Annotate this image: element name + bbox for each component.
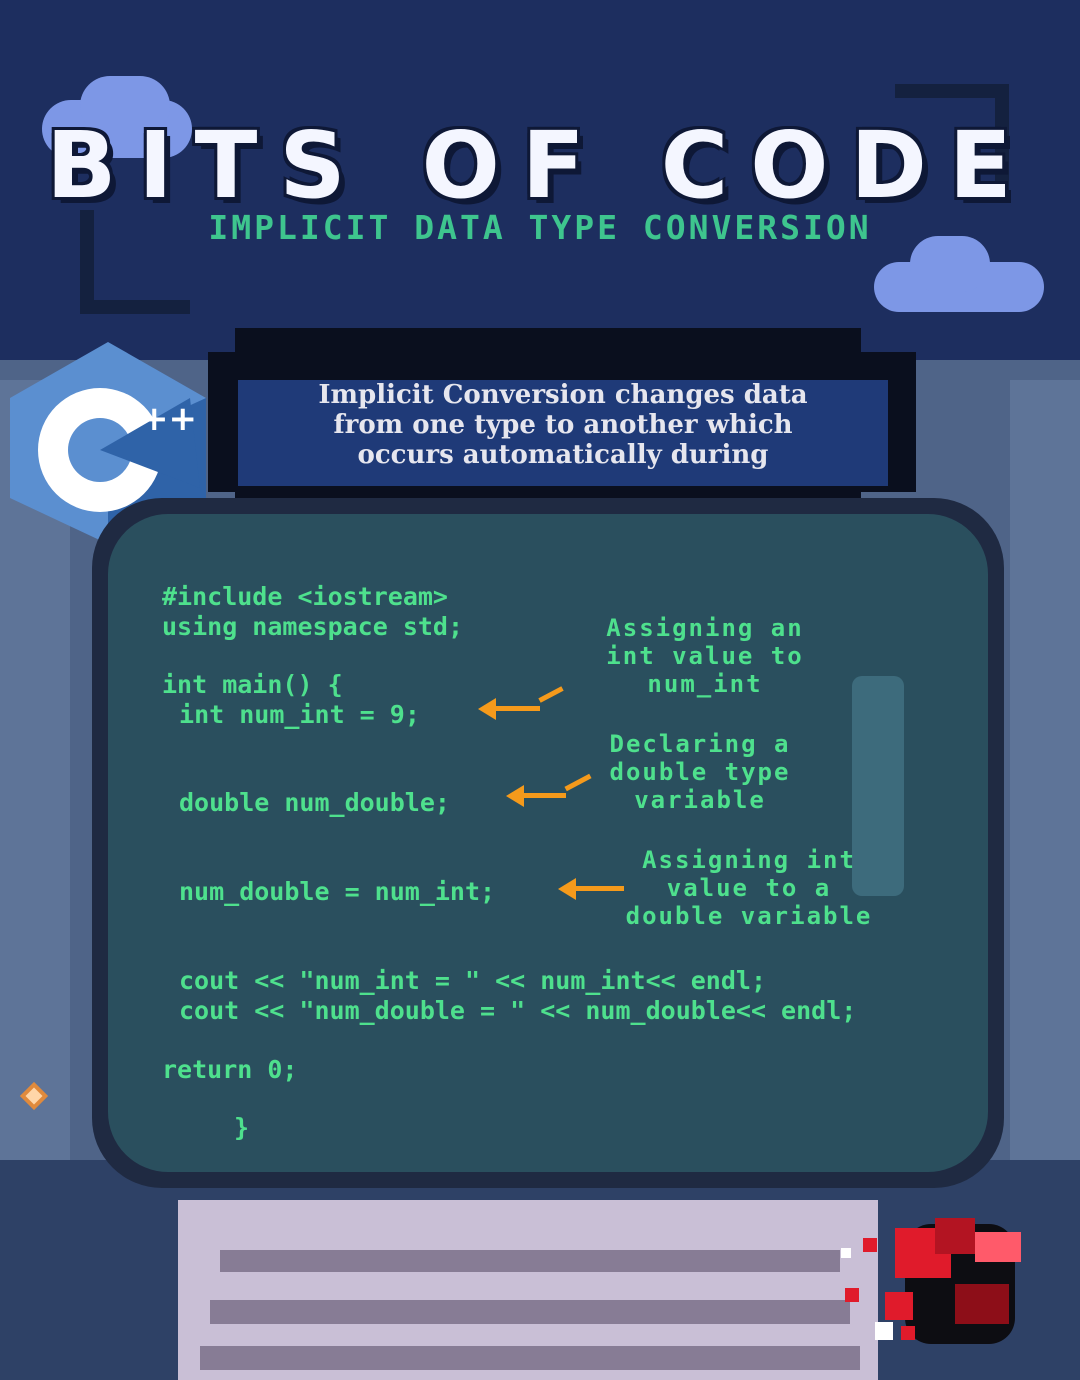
code-line: cout << "num_int = " << num_int<< endl; — [179, 966, 766, 995]
code-line: #include <iostream> — [162, 582, 448, 611]
annotation-declare-double: Declaring a double type variable — [560, 730, 840, 814]
code-line: double num_double; — [179, 788, 450, 817]
banner-line: from one type to another which — [333, 410, 793, 440]
arrow-shaft — [574, 886, 624, 891]
code-line: int main() { — [162, 670, 343, 699]
cpp-logo-plus: ++ — [140, 399, 197, 439]
annotation-assign-int: Assigning an int value to num_int — [560, 614, 850, 698]
code-line: return 0; — [162, 1055, 298, 1084]
code-line: using namespace std; — [162, 612, 464, 641]
annotation-line: Assigning int — [642, 846, 856, 874]
code-line: cout << "num_double = " << num_double<< … — [179, 996, 857, 1025]
keyboard-key-row — [220, 1250, 840, 1272]
annotation-line: value to a — [666, 874, 832, 902]
annotation-line: double variable — [625, 902, 873, 930]
banner-text: Implicit Conversion changes data from on… — [238, 380, 888, 470]
annotation-line: int value to — [606, 642, 804, 670]
page-subtitle: IMPLICIT DATA TYPE CONVERSION — [208, 208, 872, 247]
arrow-shaft — [494, 706, 540, 711]
arrow-shaft — [522, 793, 566, 798]
banner-line: occurs automatically during — [357, 440, 769, 470]
page-title: BITS OF CODE — [46, 112, 1034, 219]
annotation-line: variable — [634, 786, 766, 814]
keyboard-key-row — [210, 1300, 850, 1324]
annotation-line: Assigning an — [606, 614, 804, 642]
keyboard-key-row — [200, 1346, 860, 1370]
annotation-assign-double: Assigning int value to a double variable — [596, 846, 902, 930]
banner-line: Implicit Conversion changes data — [318, 380, 808, 410]
code-line: } — [234, 1113, 250, 1142]
annotation-line: double type — [609, 758, 791, 786]
annotation-line: num_int — [647, 670, 763, 698]
brand-logo-icon — [841, 1218, 1021, 1344]
code-line: num_double = num_int; — [179, 877, 496, 906]
code-line: int num_int = 9; — [164, 700, 420, 729]
annotation-line: Declaring a — [609, 730, 791, 758]
